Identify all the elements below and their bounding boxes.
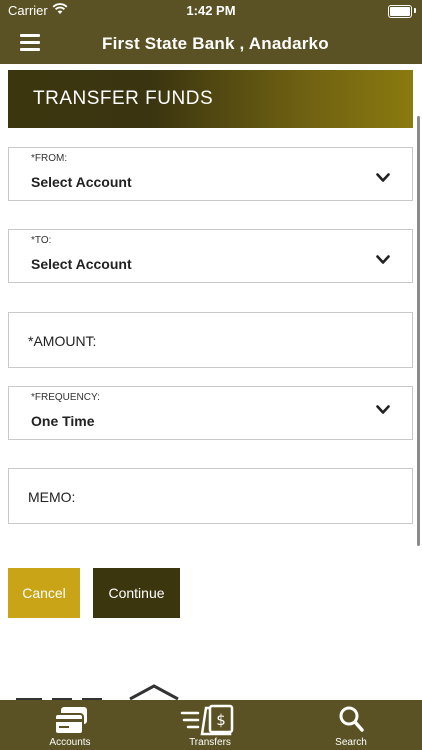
to-value: Select Account	[31, 256, 132, 272]
status-time: 1:42 PM	[186, 3, 236, 18]
chevron-down-icon[interactable]	[376, 173, 390, 183]
chevron-down-icon[interactable]	[376, 405, 390, 415]
svg-text:$: $	[216, 711, 226, 729]
tab-search-label: Search	[335, 737, 367, 748]
from-value: Select Account	[31, 174, 132, 190]
tab-accounts[interactable]: Accounts	[20, 700, 120, 750]
main-content[interactable]: TRANSFER FUNDS *FROM: Select Account *TO…	[0, 64, 422, 700]
scrollbar[interactable]	[417, 116, 420, 546]
memo-label: MEMO:	[28, 489, 76, 505]
bank-logo	[16, 684, 179, 700]
nav-bar: First State Bank , Anadarko	[0, 22, 422, 64]
to-label: *TO:	[31, 235, 52, 246]
transfer-dollar-icon: $	[180, 704, 234, 736]
continue-button[interactable]: Continue	[93, 568, 180, 618]
frequency-value: One Time	[31, 413, 95, 429]
amount-label: *AMOUNT:	[28, 333, 97, 349]
battery-icon	[388, 5, 412, 18]
search-icon	[339, 706, 364, 732]
tab-transfers-label: Transfers	[189, 737, 231, 748]
page-title: TRANSFER FUNDS	[8, 70, 413, 128]
frequency-label: *FREQUENCY:	[31, 392, 100, 403]
tab-transfers[interactable]: $ Transfers	[160, 700, 260, 750]
tab-accounts-label: Accounts	[49, 737, 91, 748]
card-icon	[54, 707, 87, 735]
hamburger-menu-icon[interactable]	[20, 34, 40, 51]
from-label: *FROM:	[31, 153, 68, 164]
battery-tip	[414, 8, 416, 13]
tab-search[interactable]: Search	[301, 700, 401, 750]
tab-bar: Accounts $ Transfers Search	[0, 700, 422, 750]
chevron-down-icon[interactable]	[376, 255, 390, 265]
from-account-select[interactable]: *FROM: Select Account	[8, 147, 413, 201]
memo-field[interactable]: MEMO:	[8, 468, 413, 524]
to-account-select[interactable]: *TO: Select Account	[8, 229, 413, 283]
cancel-button[interactable]: Cancel	[8, 568, 80, 618]
amount-field[interactable]: *AMOUNT:	[8, 312, 413, 368]
frequency-select[interactable]: *FREQUENCY: One Time	[8, 386, 413, 440]
nav-title: First State Bank , Anadarko	[102, 34, 329, 53]
status-bar: Carrier 1:42 PM	[0, 0, 422, 22]
